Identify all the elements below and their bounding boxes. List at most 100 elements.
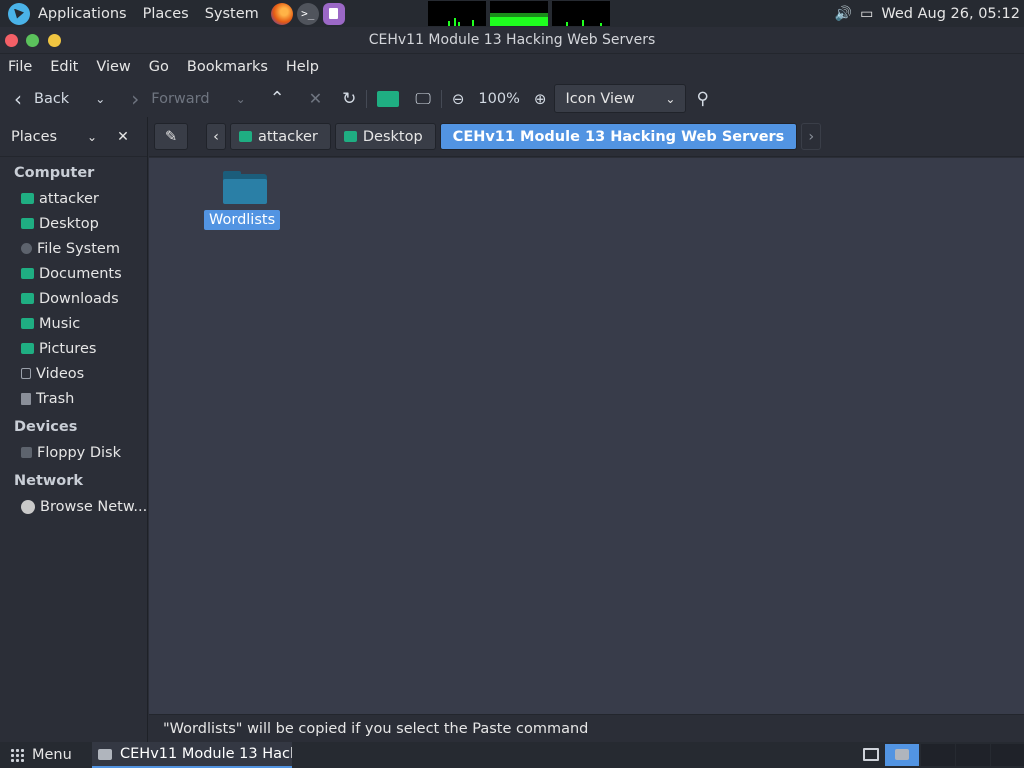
folder-label: Wordlists: [204, 210, 281, 230]
path-scroll-left-button[interactable]: ‹: [206, 123, 226, 150]
up-icon[interactable]: ⌃: [246, 84, 285, 114]
workspace-2[interactable]: [921, 744, 955, 766]
cpu-monitor[interactable]: [428, 1, 486, 26]
menu-view[interactable]: View: [96, 59, 130, 75]
sidebar-item-label: Trash: [36, 390, 75, 407]
top-panel: Applications Places System >_ 🔊 ▭ Wed Au…: [0, 0, 1024, 27]
chevron-down-icon[interactable]: ⌄: [87, 130, 97, 144]
sidebar-item-label: Desktop: [39, 215, 99, 232]
back-arrow-icon: ‹: [14, 86, 22, 111]
sidebar-item-floppy-disk[interactable]: Floppy Disk: [0, 440, 147, 465]
view-mode-select[interactable]: Icon View ⌄: [554, 84, 687, 113]
display-icon[interactable]: ▭: [860, 6, 873, 22]
sidebar-item-label: attacker: [39, 190, 99, 207]
sidebar-item-music[interactable]: Music: [0, 311, 147, 336]
zoom-in-icon[interactable]: ⊕: [520, 84, 547, 114]
crumb-current-folder[interactable]: CEHv11 Module 13 Hacking Web Servers: [439, 123, 798, 150]
firefox-icon[interactable]: [270, 2, 293, 25]
crumb-label: attacker: [257, 128, 318, 145]
forward-arrow-icon: ›: [131, 86, 140, 111]
minimize-window-button[interactable]: [48, 34, 61, 47]
menu-bookmarks[interactable]: Bookmarks: [187, 59, 268, 75]
desktop-folder-icon: [343, 131, 357, 142]
window-titlebar[interactable]: CEHv11 Module 13 Hacking Web Servers: [0, 27, 1024, 54]
documents-folder-icon: [21, 268, 34, 279]
kali-logo-icon[interactable]: [8, 2, 30, 25]
sidebar-header: Places ⌄ ✕: [0, 117, 147, 157]
crumb-attacker[interactable]: attacker: [229, 123, 331, 150]
zoom-level[interactable]: 100%: [464, 84, 519, 114]
toolbar-divider: [440, 89, 442, 108]
back-button[interactable]: ‹ Back: [0, 84, 69, 114]
volume-icon[interactable]: 🔊: [835, 6, 852, 22]
sidebar-item-documents[interactable]: Documents: [0, 261, 147, 286]
workspace-4[interactable]: [991, 744, 1024, 766]
show-desktop-icon[interactable]: [855, 744, 889, 766]
sidebar-item-label: Documents: [39, 265, 122, 282]
sidebar-item-trash[interactable]: Trash: [0, 386, 147, 411]
workspace-3[interactable]: [956, 744, 990, 766]
terminal-icon[interactable]: >_: [296, 2, 319, 25]
chevron-down-icon: ⌄: [665, 91, 676, 106]
close-icon[interactable]: ✕: [117, 129, 129, 145]
section-network: Network: [14, 473, 84, 489]
maximize-window-button[interactable]: [26, 34, 39, 47]
film-icon: [21, 368, 31, 379]
path-scroll-right-button[interactable]: ›: [801, 123, 822, 150]
taskbar-window-button[interactable]: CEHv11 Module 13 Hack...: [92, 742, 292, 768]
sidebar-title[interactable]: Places: [11, 129, 83, 145]
sidebar-item-file-system[interactable]: File System: [0, 236, 147, 261]
sidebar-item-desktop[interactable]: Desktop: [0, 211, 147, 236]
menu-edit[interactable]: Edit: [50, 59, 78, 75]
sidebar-item-videos[interactable]: Videos: [0, 361, 147, 386]
chevron-left-icon: ‹: [213, 128, 219, 145]
reload-icon[interactable]: ↻: [322, 84, 356, 114]
forward-button[interactable]: › Forward: [105, 84, 209, 114]
section-computer: Computer: [14, 165, 95, 181]
sidebar-item-label: Downloads: [39, 290, 119, 307]
zoom-out-icon[interactable]: ⊖: [452, 84, 465, 114]
menubar: File Edit View Go Bookmarks Help: [0, 54, 1024, 80]
menu-button[interactable]: Menu: [0, 742, 82, 768]
file-view[interactable]: Wordlists: [149, 158, 1024, 714]
menu-go[interactable]: Go: [149, 59, 169, 75]
sidebar-item-pictures[interactable]: Pictures: [0, 336, 147, 361]
sidebar-item-browse-network[interactable]: Browse Netw...: [0, 494, 147, 519]
toolbar-divider: [366, 89, 368, 108]
network-monitor[interactable]: [552, 1, 610, 26]
trash-icon: [21, 392, 31, 405]
sidebar-item-label: Music: [39, 315, 81, 332]
forward-label: Forward: [151, 90, 210, 107]
workspace-1[interactable]: [885, 744, 919, 766]
system-tray: 🔊 ▭ Wed Aug 26, 05:12: [835, 0, 1020, 27]
menu-file[interactable]: File: [8, 59, 32, 75]
places-menu[interactable]: Places: [135, 0, 197, 27]
sidebar-item-label: File System: [37, 240, 120, 257]
desktop-folder-icon: [21, 218, 34, 229]
search-icon[interactable]: ⚲: [686, 84, 708, 114]
clock[interactable]: Wed Aug 26, 05:12: [881, 6, 1020, 22]
home-folder-icon: [238, 131, 252, 142]
crumb-label: Desktop: [362, 128, 423, 145]
computer-icon[interactable]: 🖵: [399, 84, 430, 114]
forward-history-dropdown[interactable]: ⌄: [210, 84, 246, 114]
system-menu[interactable]: System: [197, 0, 267, 27]
text-editor-icon[interactable]: [322, 2, 345, 25]
pencil-icon: ✎: [165, 128, 178, 145]
close-window-button[interactable]: [5, 34, 18, 47]
task-label: CEHv11 Module 13 Hack...: [120, 746, 292, 762]
folder-item-wordlists[interactable]: Wordlists: [204, 170, 281, 230]
crumb-desktop[interactable]: Desktop: [334, 123, 436, 150]
stop-icon[interactable]: ✕: [285, 84, 322, 114]
section-devices: Devices: [14, 419, 78, 435]
back-history-dropdown[interactable]: ⌄: [69, 84, 105, 114]
applications-menu[interactable]: Applications: [30, 0, 135, 27]
sidebar-item-downloads[interactable]: Downloads: [0, 286, 147, 311]
status-text: "Wordlists" will be copied if you select…: [163, 720, 589, 737]
menu-help[interactable]: Help: [286, 59, 319, 75]
edit-location-button[interactable]: ✎: [154, 123, 189, 150]
home-icon[interactable]: [377, 84, 400, 114]
bottom-panel: Menu CEHv11 Module 13 Hack...: [0, 742, 1024, 768]
sidebar-item-attacker[interactable]: attacker: [0, 186, 147, 211]
memory-monitor[interactable]: [490, 1, 548, 26]
